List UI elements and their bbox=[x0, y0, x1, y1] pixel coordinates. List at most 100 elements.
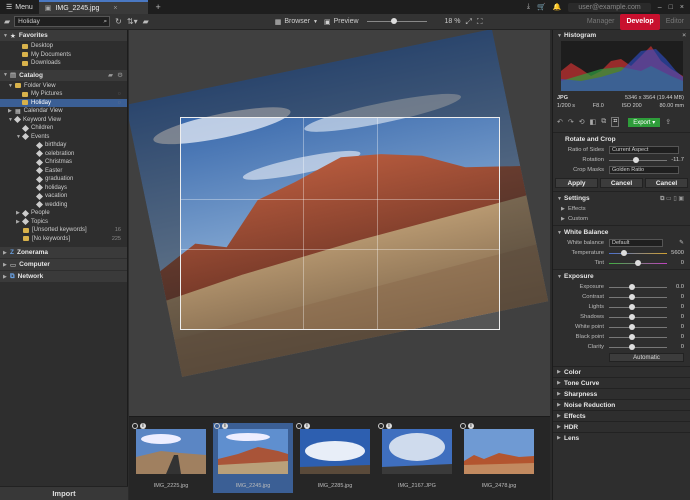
rotate-crop-header[interactable]: Rotate and Crop bbox=[553, 134, 690, 145]
close-icon[interactable]: × bbox=[682, 32, 686, 39]
keyword-item[interactable]: holidays bbox=[0, 184, 127, 193]
folder-item[interactable]: My Pictures ◌ bbox=[0, 90, 127, 99]
filmstrip-thumbnail[interactable]: i IMG_2245.jpg bbox=[213, 423, 293, 493]
keyword-item[interactable]: Easter bbox=[0, 167, 127, 176]
gear-icon[interactable]: ⚙ bbox=[117, 71, 123, 79]
folder-item[interactable]: Holiday ◌ bbox=[0, 98, 127, 107]
adjust-section[interactable]: ▶ Color bbox=[553, 366, 690, 377]
new-folder-icon[interactable]: ▰ bbox=[143, 17, 149, 26]
preview-mode[interactable]: ▣ Preview bbox=[324, 18, 359, 26]
folder-icon[interactable]: ▰ bbox=[4, 17, 10, 26]
copy-icon[interactable]: ⧉ bbox=[601, 118, 606, 126]
slider-knob[interactable] bbox=[629, 314, 635, 320]
minimize-icon[interactable]: – bbox=[658, 4, 662, 11]
calendar-view-item[interactable]: ▶ ▦ Calendar View bbox=[0, 107, 127, 116]
exposure-header[interactable]: ▼ Exposure bbox=[553, 271, 690, 282]
keyword-item[interactable]: wedding bbox=[0, 201, 127, 210]
folder-view-item[interactable]: ▼ Folder View bbox=[0, 82, 127, 91]
adjust-section[interactable]: ▶ HDR bbox=[553, 421, 690, 432]
keyword-item[interactable]: vacation bbox=[0, 192, 127, 201]
keyword-item[interactable]: ▶ Topics bbox=[0, 218, 127, 227]
tab-editor[interactable]: Editor bbox=[660, 14, 690, 30]
adjust-section[interactable]: ▶ Lens bbox=[553, 432, 690, 443]
filmstrip-thumbnail[interactable]: i IMG_2167.JPG bbox=[377, 423, 457, 493]
bell-icon[interactable]: 🔔 bbox=[553, 3, 562, 11]
redo-icon[interactable]: ↷ bbox=[568, 118, 574, 126]
rotation-knob[interactable] bbox=[633, 157, 639, 163]
network-header[interactable]: ▶ ⧉ Network bbox=[0, 271, 127, 282]
slider-knob[interactable] bbox=[629, 304, 635, 310]
cart-icon[interactable]: 🛒 bbox=[537, 3, 546, 11]
slider-knob[interactable] bbox=[629, 344, 635, 350]
favorite-item[interactable]: Downloads bbox=[0, 59, 127, 68]
import-button[interactable]: Import bbox=[0, 486, 128, 500]
exposure-slider[interactable] bbox=[609, 314, 667, 320]
exposure-slider[interactable] bbox=[609, 294, 667, 300]
refresh-icon[interactable]: ↻ bbox=[115, 17, 122, 26]
keyword-item[interactable]: Children bbox=[0, 124, 127, 133]
exposure-slider[interactable] bbox=[609, 304, 667, 310]
exposure-slider[interactable] bbox=[609, 284, 667, 290]
keyword-item[interactable]: ▶ People bbox=[0, 209, 127, 218]
keyword-view-item[interactable]: ▼ Keyword View bbox=[0, 116, 127, 125]
slider-knob[interactable] bbox=[629, 284, 635, 290]
crop-frame[interactable] bbox=[180, 117, 500, 330]
keyword-item[interactable]: graduation bbox=[0, 175, 127, 184]
zonerama-header[interactable]: ▶ Z Zonerama bbox=[0, 247, 127, 258]
download-icon[interactable]: ⤓ bbox=[527, 3, 530, 11]
keyword-item[interactable]: ▼ Events bbox=[0, 133, 127, 142]
tab-develop[interactable]: Develop bbox=[620, 13, 660, 30]
crop-icon[interactable]: ⌗ bbox=[611, 117, 620, 127]
fullscreen-icon[interactable]: ⛶ bbox=[477, 17, 483, 27]
filmstrip-thumbnail[interactable]: i IMG_2285.jpg bbox=[295, 423, 375, 493]
adjust-section[interactable]: ▶ Effects bbox=[553, 410, 690, 421]
slider-knob[interactable] bbox=[629, 294, 635, 300]
tint-knob[interactable] bbox=[635, 260, 641, 266]
exposure-slider[interactable] bbox=[609, 344, 667, 350]
wb-select[interactable]: Default bbox=[609, 239, 663, 247]
keyword-item[interactable]: birthday bbox=[0, 141, 127, 150]
new-tab-button[interactable]: + bbox=[148, 2, 169, 12]
filmstrip-thumbnail[interactable]: i IMG_2225.jpg bbox=[131, 423, 211, 493]
keyword-item[interactable]: celebration bbox=[0, 150, 127, 159]
sort-icon[interactable]: ⇅▾ bbox=[127, 17, 138, 26]
adjust-section[interactable]: ▶ Sharpness bbox=[553, 388, 690, 399]
document-tab[interactable]: ▣ IMG_2245.jpg × bbox=[38, 0, 148, 14]
user-account[interactable]: user@example.com bbox=[568, 2, 651, 12]
add-folder-icon[interactable]: ▰ bbox=[108, 71, 113, 79]
keyword-item[interactable]: [No keywords] 225 bbox=[0, 235, 127, 244]
histogram-header[interactable]: ▼ Histogram × bbox=[553, 30, 690, 41]
rotation-slider[interactable] bbox=[609, 157, 667, 163]
export-button[interactable]: Export ▾ bbox=[628, 117, 661, 127]
compare-icon[interactable]: ◧ bbox=[590, 118, 597, 126]
adjust-section[interactable]: ▶ Tone Curve bbox=[553, 377, 690, 388]
slider-knob[interactable] bbox=[629, 334, 635, 340]
ratio-select[interactable]: Current Aspect bbox=[609, 146, 679, 154]
search-input[interactable]: Holiday ⌕ bbox=[14, 16, 111, 27]
search-icon[interactable]: ⌕ bbox=[104, 17, 108, 26]
share-icon[interactable]: ⇪ bbox=[665, 118, 671, 126]
keyword-item[interactable]: [Unsorted keywords] 16 bbox=[0, 226, 127, 235]
zoom-slider-knob[interactable] bbox=[390, 18, 397, 24]
tab-manager[interactable]: Manager bbox=[581, 14, 621, 30]
adjust-section[interactable]: ▶ Noise Reduction bbox=[553, 399, 690, 410]
eyedropper-icon[interactable]: ✎ bbox=[679, 240, 684, 246]
favorite-item[interactable]: Desktop bbox=[0, 42, 127, 51]
browser-mode[interactable]: ▦ Browser ▼ bbox=[275, 18, 318, 26]
automatic-button[interactable]: Automatic bbox=[609, 353, 684, 362]
exposure-slider[interactable] bbox=[609, 324, 667, 330]
filmstrip-thumbnail[interactable]: i IMG_2478.jpg bbox=[459, 423, 539, 493]
close-icon[interactable]: × bbox=[113, 5, 117, 12]
favorites-header[interactable]: ▼ ★ Favorites bbox=[0, 30, 127, 41]
settings-header[interactable]: ▼ Settings ⧉ ▭ ▯ ▣ bbox=[553, 193, 690, 204]
cancel-button[interactable]: Cancel bbox=[600, 178, 643, 188]
undo-icon[interactable]: ↶ bbox=[557, 118, 563, 126]
settings-custom[interactable]: ▶ Custom bbox=[553, 214, 690, 224]
fit-icon[interactable]: ⤢ bbox=[466, 17, 472, 27]
tint-slider[interactable] bbox=[609, 260, 667, 266]
settings-effects[interactable]: ▶ Effects bbox=[553, 204, 690, 214]
temperature-knob[interactable] bbox=[621, 250, 627, 256]
temperature-slider[interactable] bbox=[609, 250, 667, 256]
menu-button[interactable]: ☰ Menu bbox=[0, 0, 39, 14]
zoom-slider[interactable] bbox=[366, 18, 427, 24]
